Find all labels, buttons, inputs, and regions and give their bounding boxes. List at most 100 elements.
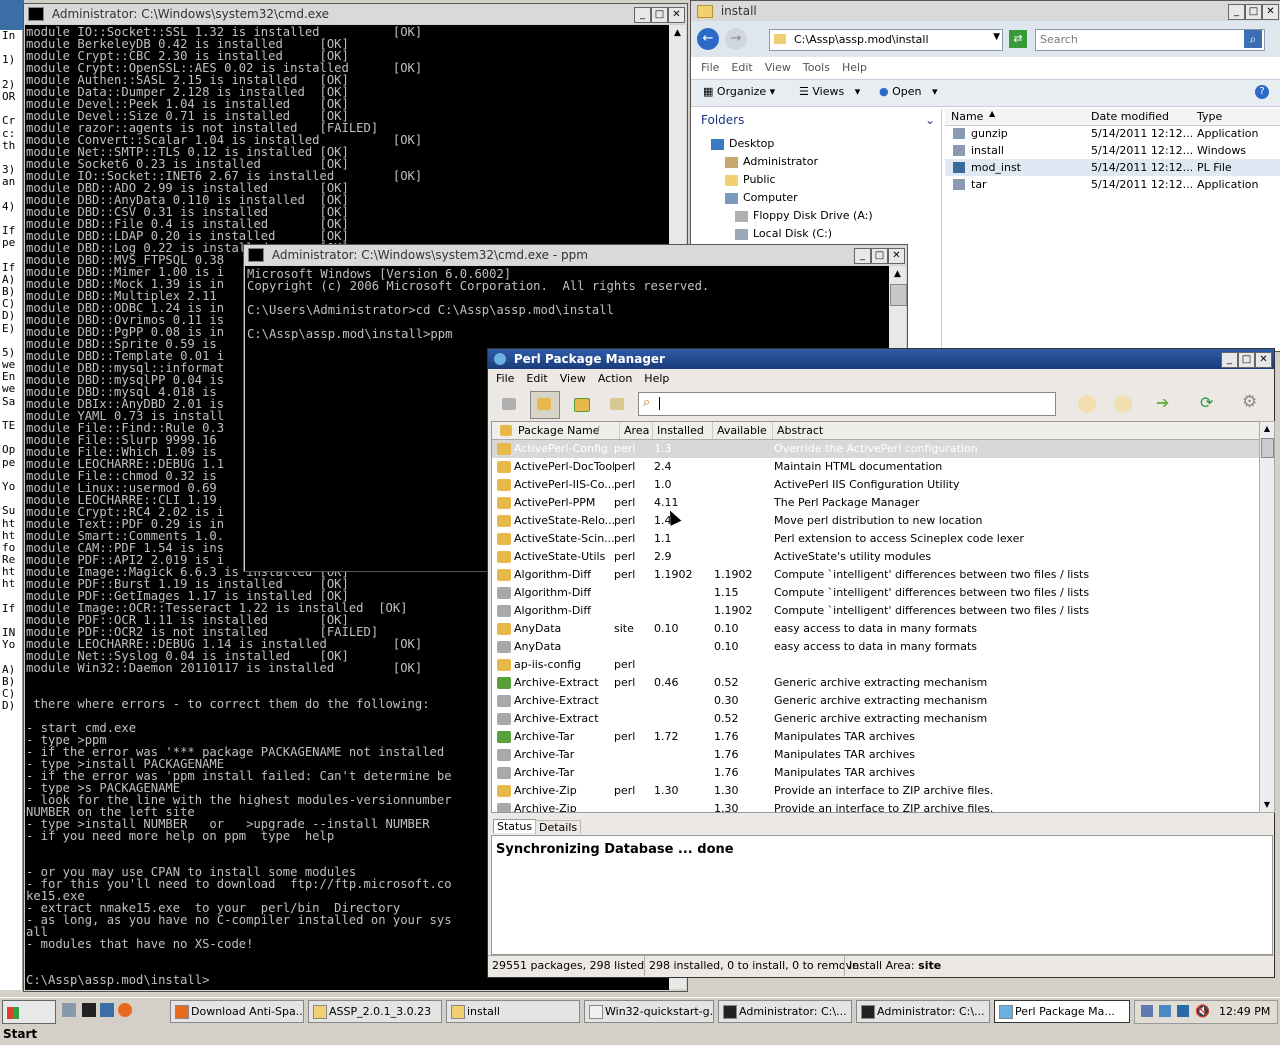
package-row[interactable]: Algorithm-Diff perl 1.1902 1.1902 Compute `i… — [492, 566, 1260, 584]
taskbar-button[interactable]: Download Anti-Spa... — [170, 1000, 304, 1023]
volume-icon[interactable]: 🔇 — [1195, 1004, 1210, 1018]
chevron-down-icon[interactable]: ▼ — [993, 32, 1000, 42]
package-row[interactable]: Archive-Tar 1.76 Manipulates TAR archives — [492, 764, 1260, 782]
search-input[interactable]: Search ⌕ — [1035, 29, 1265, 51]
tree-item[interactable]: Administrator — [725, 153, 818, 171]
maximize-button[interactable]: □ — [871, 248, 888, 264]
ppm-window[interactable]: Perl Package Manager _ □ ✕ File Edit View A… — [487, 348, 1275, 978]
server-manager-icon[interactable] — [62, 1003, 76, 1017]
close-button[interactable]: ✕ — [1262, 4, 1279, 20]
maximize-button[interactable]: □ — [1238, 352, 1255, 368]
firefox-icon[interactable] — [118, 1003, 132, 1017]
view-upgradeable-button[interactable] — [570, 394, 592, 416]
scroll-thumb[interactable] — [1261, 438, 1274, 458]
tree-item[interactable]: Local Disk (C:) — [735, 225, 832, 243]
tab-status[interactable]: Status — [493, 819, 537, 833]
file-row[interactable]: tar 5/14/2011 12:12... Application — [945, 176, 1280, 193]
address-bar[interactable]: C:\Assp\assp.mod\install ▼ — [769, 29, 1003, 51]
taskbar-button[interactable]: Win32-quickstart-g... — [584, 1000, 714, 1023]
package-list-scrollbar[interactable]: ▲ ▼ — [1259, 421, 1275, 813]
column-available[interactable]: Available — [712, 422, 767, 439]
scroll-down-arrow-icon[interactable]: ▼ — [1260, 798, 1274, 812]
menu-tools[interactable]: Tools — [803, 61, 830, 74]
close-button[interactable]: ✕ — [668, 7, 685, 23]
view-all-packages-button[interactable] — [498, 394, 520, 416]
menu-action[interactable]: Action — [598, 372, 632, 385]
refresh-button[interactable]: ⇄ — [1009, 30, 1027, 48]
package-row[interactable]: Algorithm-Diff 1.1902 Compute `intelligent… — [492, 602, 1260, 620]
scroll-up-arrow-icon[interactable]: ▲ — [1260, 422, 1274, 436]
folders-header[interactable]: Folders ⌄ — [701, 113, 937, 129]
package-row[interactable]: Archive-Tar perl 1.72 1.76 Manipulates TAR a… — [492, 728, 1260, 746]
tree-item[interactable]: Public — [725, 171, 776, 189]
column-type[interactable]: Type — [1197, 110, 1222, 123]
clock[interactable]: 12:49 PM — [1219, 1005, 1270, 1018]
sync-icon[interactable]: ⟳ — [1200, 393, 1213, 412]
file-row[interactable]: gunzip 5/14/2011 12:12... Application — [945, 125, 1280, 142]
cmd-main-titlebar[interactable]: Administrator: C:\Windows\system32\cmd.e… — [24, 4, 687, 24]
menu-edit[interactable]: Edit — [526, 372, 547, 385]
views-button[interactable]: ☰ Views ▾ — [799, 85, 860, 98]
open-button[interactable]: ● Open ▾ — [879, 85, 938, 98]
menu-view[interactable]: View — [765, 61, 791, 74]
package-row[interactable]: Archive-Extract perl 0.46 0.52 Generic archi… — [492, 674, 1260, 692]
package-row[interactable]: AnyData site 0.10 0.10 easy access to data i… — [492, 620, 1260, 638]
tree-item[interactable]: Computer — [725, 189, 798, 207]
cmd-ppm-titlebar[interactable]: Administrator: C:\Windows\system32\cmd.e… — [244, 245, 907, 265]
package-row[interactable]: Archive-Zip perl 1.30 1.30 Provide an interf… — [492, 782, 1260, 800]
chevron-down-icon[interactable]: ⌄ — [925, 113, 935, 127]
minimize-button[interactable]: _ — [1228, 4, 1245, 20]
menu-edit[interactable]: Edit — [731, 61, 752, 74]
column-name[interactable]: Name — [951, 110, 983, 123]
package-row[interactable]: ActivePerl-PPM perl 4.11 The Perl Package M… — [492, 494, 1260, 512]
forward-button[interactable]: → — [725, 28, 747, 50]
gear-icon[interactable]: ⚙ — [1242, 392, 1257, 412]
menu-file[interactable]: File — [701, 61, 719, 74]
menu-view[interactable]: View — [560, 372, 586, 385]
search-icon[interactable]: ⌕ — [1244, 30, 1262, 48]
package-row[interactable]: Algorithm-Diff 1.15 Compute `intelligent' … — [492, 584, 1260, 602]
taskbar-button[interactable]: Perl Package Ma... — [994, 1000, 1130, 1023]
column-area[interactable]: Area — [619, 422, 649, 439]
package-search-input[interactable]: ⌕ — [638, 392, 1056, 416]
column-installed[interactable]: Installed — [652, 422, 704, 439]
package-row[interactable]: ActivePerl-DocTools perl 2.4 Maintain HTML … — [492, 458, 1260, 476]
tree-item[interactable]: Floppy Disk Drive (A:) — [735, 207, 873, 225]
view-installed-packages-button[interactable] — [530, 391, 560, 419]
help-icon[interactable]: ? — [1255, 85, 1269, 99]
minimize-button[interactable]: _ — [634, 7, 651, 23]
package-row[interactable]: AnyData 0.10 easy access to data in many f… — [492, 638, 1260, 656]
tab-details[interactable]: Details — [535, 820, 582, 834]
menu-help[interactable]: Help — [842, 61, 867, 74]
tray-computer-icon[interactable] — [1177, 1005, 1189, 1017]
cmd-launch-icon[interactable] — [82, 1003, 96, 1017]
minimize-button[interactable]: _ — [854, 248, 871, 264]
maximize-button[interactable]: □ — [1245, 4, 1262, 20]
file-row[interactable]: mod_inst 5/14/2011 12:12... PL File — [945, 159, 1280, 176]
package-row[interactable]: Archive-Tar 1.76 Manipulates TAR archives — [492, 746, 1260, 764]
close-button[interactable]: ✕ — [1255, 352, 1272, 368]
column-package-name[interactable]: Package Name — [518, 422, 600, 439]
view-modified-button[interactable] — [606, 394, 628, 416]
explorer-titlebar[interactable]: install _ □ ✕ — [691, 1, 1280, 21]
package-row[interactable]: ActiveState-Relo... perl 1.4 Move perl dist… — [492, 512, 1260, 530]
taskbar-button[interactable]: ASSP_2.0.1_3.0.23 — [308, 1000, 442, 1023]
mark-install-button[interactable] — [1078, 395, 1096, 413]
package-row[interactable]: Archive-Extract 0.52 Generic archive extra… — [492, 710, 1260, 728]
menu-file[interactable]: File — [496, 372, 514, 385]
scroll-up-arrow-icon[interactable]: ▲ — [669, 25, 686, 41]
package-row[interactable]: Archive-Extract 0.30 Generic archive extra… — [492, 692, 1260, 710]
column-abstract[interactable]: Abstract — [772, 422, 823, 439]
package-row[interactable]: ap-iis-config perl — [492, 656, 1260, 674]
maximize-button[interactable]: □ — [651, 7, 668, 23]
package-row[interactable]: ActiveState-Utils perl 2.9 ActiveState's ut… — [492, 548, 1260, 566]
back-button[interactable]: ← — [697, 28, 719, 50]
file-row[interactable]: install5/14/2011 12:12...Windows Comma — [945, 142, 1280, 174]
package-row[interactable]: Archive-Zip 1.30 Provide an interface to Z… — [492, 800, 1260, 812]
show-desktop-icon[interactable] — [100, 1003, 114, 1017]
scroll-up-arrow-icon[interactable]: ▲ — [889, 266, 906, 282]
mark-remove-button[interactable] — [1114, 395, 1132, 413]
organize-button[interactable]: ▦ Organize ▾ — [703, 85, 775, 98]
package-row[interactable]: ActiveState-Scin... perl 1.1 Perl extension… — [492, 530, 1260, 548]
tray-app-icon[interactable] — [1159, 1005, 1171, 1017]
